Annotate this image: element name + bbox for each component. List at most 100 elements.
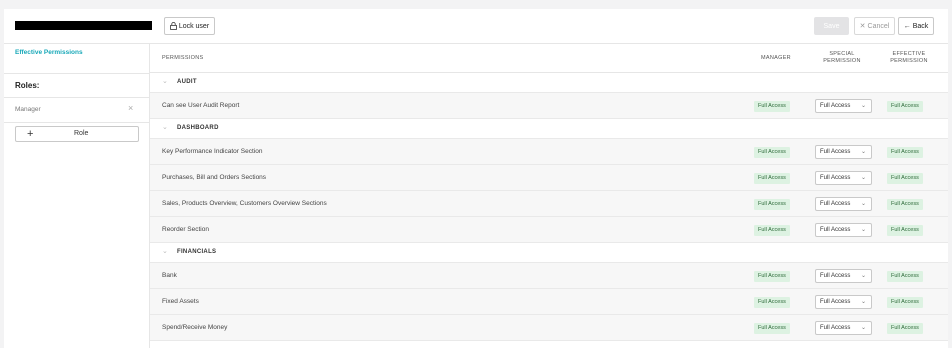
chevron-down-icon: ⌄ — [860, 325, 866, 331]
manager-access-badge: Full Access — [754, 297, 790, 308]
special-permission-select[interactable]: Full Access ⌄ — [815, 145, 872, 159]
effective-access-badge: Full Access — [887, 271, 923, 282]
permission-label: Bank — [162, 272, 177, 279]
select-value: Full Access — [820, 273, 851, 279]
column-header-permissions: PERMISSIONS — [162, 55, 204, 61]
table-row: Reorder Section Full Access Full Access ⌄… — [150, 217, 948, 243]
permission-label: Can see User Audit Report — [162, 102, 240, 109]
special-permission-select[interactable]: Full Access ⌄ — [815, 321, 872, 335]
column-header-effective-permission: EFFECTIVE PERMISSION — [884, 51, 934, 65]
remove-role-icon[interactable]: × — [128, 104, 133, 113]
permissions-table: PERMISSIONS MANAGER SPECIAL PERMISSION E… — [150, 44, 948, 348]
manager-access-badge: Full Access — [754, 199, 790, 210]
column-header-line: EFFECTIVE — [892, 51, 926, 57]
select-value: Full Access — [820, 227, 851, 233]
manager-access-badge: Full Access — [754, 173, 790, 184]
lock-icon — [170, 22, 177, 30]
chevron-down-icon: ⌄ — [860, 103, 866, 109]
table-row: Bank Full Access Full Access ⌄ Full Acces… — [150, 263, 948, 289]
permission-label: Purchases, Bill and Orders Sections — [162, 174, 267, 181]
section-title: DASHBOARD — [177, 125, 219, 131]
column-header-line: PERMISSION — [823, 58, 861, 64]
column-header-manager: MANAGER — [761, 55, 791, 61]
effective-access-badge: Full Access — [887, 173, 923, 184]
table-row: Sales, Products Overview, Customers Over… — [150, 191, 948, 217]
divider — [4, 122, 149, 123]
sidebar-item-effective-permissions[interactable]: Effective Permissions — [15, 49, 83, 56]
arrow-left-icon: ← — [903, 22, 911, 30]
chevron-down-icon: ⌄ — [860, 149, 866, 155]
table-row: Fixed Assets Full Access Full Access ⌄ Fu… — [150, 289, 948, 315]
effective-access-badge: Full Access — [887, 323, 923, 334]
column-header-line: PERMISSION — [890, 58, 928, 64]
chevron-down-icon[interactable]: ⌄ — [162, 247, 168, 255]
permission-label: Fixed Assets — [162, 298, 199, 305]
section-title: AUDIT — [177, 79, 197, 85]
table-row: Can see User Audit Report Full Access Fu… — [150, 93, 948, 119]
select-value: Full Access — [820, 299, 851, 305]
lock-user-label: Lock user — [178, 22, 210, 30]
lock-user-button[interactable]: Lock user — [164, 17, 215, 35]
effective-access-badge: Full Access — [887, 225, 923, 236]
manager-access-badge: Full Access — [754, 271, 790, 282]
select-value: Full Access — [820, 149, 851, 155]
column-header-line: SPECIAL — [829, 51, 855, 57]
column-header-special-permission: SPECIAL PERMISSION — [814, 51, 870, 65]
special-permission-select[interactable]: Full Access ⌄ — [815, 171, 872, 185]
table-row: Purchases, Bill and Orders Sections Full… — [150, 165, 948, 191]
chevron-down-icon: ⌄ — [860, 227, 866, 233]
role-item: Manager × — [4, 98, 149, 122]
select-value: Full Access — [820, 103, 851, 109]
plus-icon: + — [27, 128, 34, 140]
sidebar: Effective Permissions Roles: Manager × +… — [4, 44, 150, 348]
table-header: PERMISSIONS MANAGER SPECIAL PERMISSION E… — [150, 44, 948, 73]
section-row-audit[interactable]: ⌄ AUDIT — [150, 73, 948, 93]
chevron-down-icon: ⌄ — [860, 201, 866, 207]
add-role-button[interactable]: + Role — [15, 126, 139, 142]
cancel-button[interactable]: ✕ Cancel — [854, 17, 895, 35]
permission-label: Reorder Section — [162, 226, 209, 233]
user-permissions-page: Lock user Save ✕ Cancel ← Back Effective… — [4, 9, 948, 348]
manager-access-badge: Full Access — [754, 323, 790, 334]
select-value: Full Access — [820, 201, 851, 207]
table-row: Spend/Receive Money Full Access Full Acc… — [150, 315, 948, 341]
section-row-financials[interactable]: ⌄ FINANCIALS — [150, 243, 948, 263]
manager-access-badge: Full Access — [754, 147, 790, 158]
chevron-down-icon[interactable]: ⌄ — [162, 77, 168, 85]
special-permission-select[interactable]: Full Access ⌄ — [815, 295, 872, 309]
special-permission-select[interactable]: Full Access ⌄ — [815, 223, 872, 237]
chevron-down-icon: ⌄ — [860, 175, 866, 181]
divider — [4, 73, 149, 74]
permission-label: Sales, Products Overview, Customers Over… — [162, 200, 327, 207]
save-button[interactable]: Save — [814, 17, 849, 35]
table-row: Key Performance Indicator Section Full A… — [150, 139, 948, 165]
cancel-label: Cancel — [867, 22, 890, 30]
effective-access-badge: Full Access — [887, 297, 923, 308]
back-label: Back — [912, 22, 929, 30]
top-toolbar: Lock user Save ✕ Cancel ← Back — [4, 9, 948, 44]
add-role-label: Role — [74, 130, 89, 137]
effective-access-badge: Full Access — [887, 147, 923, 158]
effective-access-badge: Full Access — [887, 101, 923, 112]
special-permission-select[interactable]: Full Access ⌄ — [815, 197, 872, 211]
section-row-dashboard[interactable]: ⌄ DASHBOARD — [150, 119, 948, 139]
chevron-down-icon: ⌄ — [860, 299, 866, 305]
permission-label: Key Performance Indicator Section — [162, 148, 263, 155]
manager-access-badge: Full Access — [754, 225, 790, 236]
effective-access-badge: Full Access — [887, 199, 923, 210]
chevron-down-icon: ⌄ — [860, 273, 866, 279]
roles-heading: Roles: — [15, 81, 40, 90]
save-label: Save — [823, 22, 840, 30]
permission-label: Spend/Receive Money — [162, 324, 228, 331]
special-permission-select[interactable]: Full Access ⌄ — [815, 269, 872, 283]
special-permission-select[interactable]: Full Access ⌄ — [815, 99, 872, 113]
select-value: Full Access — [820, 325, 851, 331]
manager-access-badge: Full Access — [754, 101, 790, 112]
redacted-user-name — [15, 21, 152, 30]
back-button[interactable]: ← Back — [898, 17, 934, 35]
select-value: Full Access — [820, 175, 851, 181]
close-icon: ✕ — [859, 23, 866, 30]
role-name: Manager — [15, 106, 41, 113]
section-title: FINANCIALS — [177, 249, 217, 255]
chevron-down-icon[interactable]: ⌄ — [162, 123, 168, 131]
